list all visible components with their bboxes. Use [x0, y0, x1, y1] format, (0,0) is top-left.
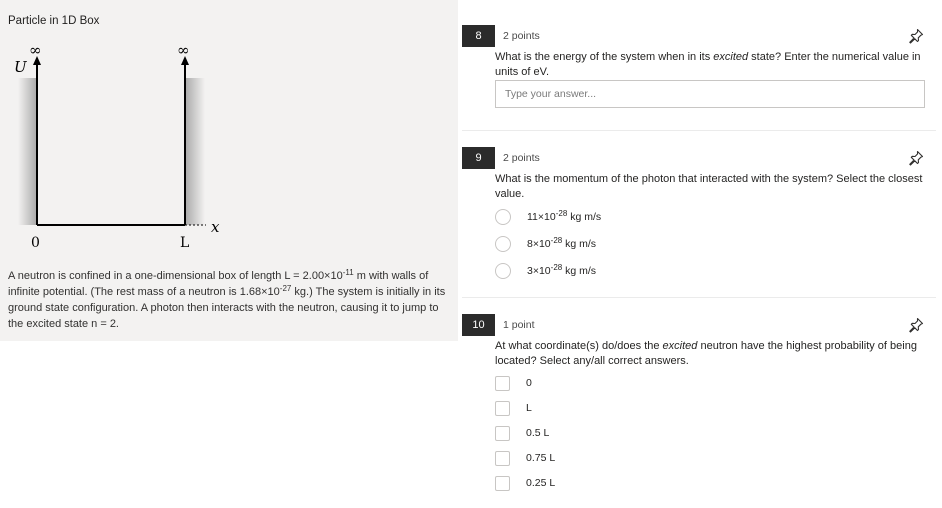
pin-icon[interactable]: [908, 28, 924, 44]
checkbox[interactable]: [495, 450, 510, 466]
passage-text: A neutron is confined in a one-dimension…: [8, 268, 446, 331]
question-text: What is the momentum of the photon that …: [495, 173, 923, 200]
option-label: 0.25 L: [526, 477, 556, 489]
option-label: 0.75 L: [526, 452, 556, 464]
left-panel: Particle in 1D Box ∞ ∞ U x 0 L A neutron…: [0, 0, 458, 341]
option-label: 0: [526, 377, 532, 389]
radio-option[interactable]: 11×10-28 kg m/s: [495, 207, 601, 227]
checkbox-option[interactable]: 0: [495, 373, 532, 393]
pin-icon[interactable]: [908, 150, 924, 166]
question-number: 9: [462, 147, 495, 169]
question-points: 1 point: [503, 319, 535, 331]
checkbox[interactable]: [495, 375, 510, 391]
checkbox-option[interactable]: 0.25 L: [495, 473, 555, 493]
checkbox-option[interactable]: 0.75 L: [495, 448, 555, 468]
question-10: 10 1 point At what coordinate(s) do/does…: [462, 314, 936, 504]
infinity-right: ∞: [177, 41, 190, 59]
right-wall-shade: [185, 78, 205, 225]
question-divider: [462, 297, 936, 298]
question-text: What is the energy of the system when in…: [495, 51, 921, 78]
question-points: 2 points: [503, 152, 540, 164]
question-number: 8: [462, 25, 495, 47]
radio-option[interactable]: 8×10-28 kg m/s: [495, 234, 596, 254]
pin-icon[interactable]: [908, 317, 924, 333]
origin-label: 0: [31, 235, 40, 251]
infinity-left: ∞: [29, 41, 42, 59]
question-text: At what coordinate(s) do/does the excite…: [495, 340, 917, 367]
radio-button[interactable]: [495, 236, 511, 252]
particle-box-diagram: ∞ ∞ U x 0 L: [14, 41, 220, 251]
question-points: 2 points: [503, 30, 540, 42]
option-label: 11×10-28 kg m/s: [527, 209, 602, 224]
potential-label: U: [14, 58, 28, 76]
option-label: L: [526, 402, 532, 414]
checkbox[interactable]: [495, 425, 510, 441]
option-label: 3×10-28 kg m/s: [527, 263, 597, 278]
length-label: L: [180, 235, 189, 251]
checkbox-option[interactable]: L: [495, 398, 532, 418]
option-label: 0.5 L: [526, 427, 550, 439]
answer-input[interactable]: [495, 80, 925, 108]
checkbox[interactable]: [495, 400, 510, 416]
radio-button[interactable]: [495, 209, 511, 225]
question-divider: [462, 130, 936, 131]
left-wall-shade: [18, 78, 37, 225]
x-axis-label: x: [211, 218, 220, 236]
question-8: 8 2 points What is the energy of the sys…: [462, 25, 936, 125]
question-9: 9 2 points What is the momentum of the p…: [462, 147, 936, 287]
option-label: 8×10-28 kg m/s: [527, 236, 597, 251]
question-number: 10: [462, 314, 495, 336]
radio-button[interactable]: [495, 263, 511, 279]
radio-option[interactable]: 3×10-28 kg m/s: [495, 261, 596, 281]
passage-title: Particle in 1D Box: [8, 15, 100, 27]
checkbox[interactable]: [495, 475, 510, 491]
checkbox-option[interactable]: 0.5 L: [495, 423, 549, 443]
